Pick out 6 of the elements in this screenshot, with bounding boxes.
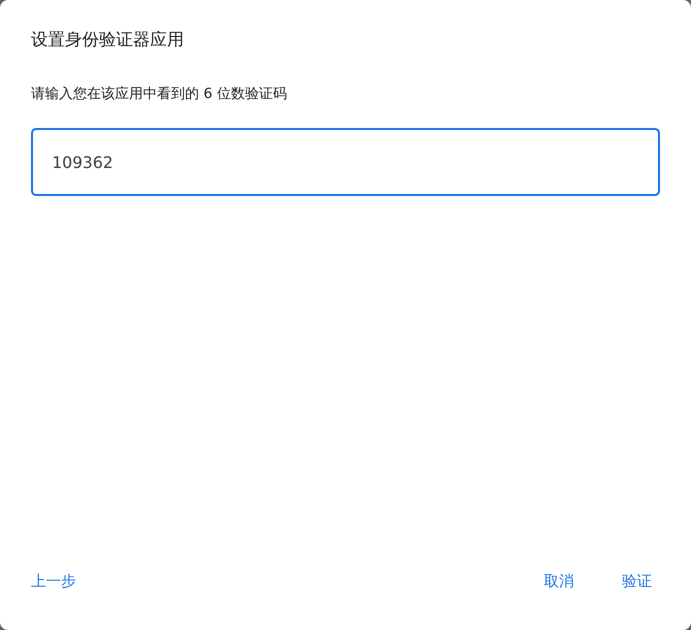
prompt-text: 请输入您在该应用中看到的 6 位数验证码 xyxy=(31,85,287,104)
dialog-title: 设置身份验证器应用 xyxy=(31,29,184,52)
code-input-field[interactable]: 109362 xyxy=(31,128,660,196)
verify-button[interactable]: 验证 xyxy=(606,562,668,600)
cancel-button[interactable]: 取消 xyxy=(528,562,590,600)
back-button[interactable]: 上一步 xyxy=(15,562,92,600)
